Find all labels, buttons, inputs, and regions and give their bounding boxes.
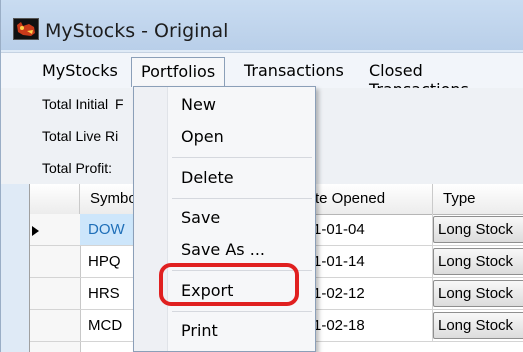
menu-separator <box>172 157 312 158</box>
current-row-indicator-icon <box>30 224 42 242</box>
menu-item-print[interactable]: Print <box>181 321 218 340</box>
total-initial-text: Total Initial <box>42 96 109 112</box>
menu-icon-gutter <box>134 87 168 351</box>
date-cell[interactable]: 1-02-12 <box>305 278 433 309</box>
total-profit-label: Total Profit: <box>42 160 113 176</box>
menu-bar: MyStocks Portfolios Transactions Closed … <box>1 52 523 99</box>
menu-separator <box>172 198 312 199</box>
total-live-label: Total Live Ri <box>42 128 119 144</box>
window-title: MyStocks - Original <box>45 20 229 42</box>
type-button[interactable]: Long Stock <box>433 216 523 243</box>
total-initial-label: Total Initial F <box>42 96 124 112</box>
menu-item-save-as[interactable]: Save As ... <box>181 240 265 259</box>
menu-portfolios[interactable]: Portfolios <box>131 57 226 87</box>
column-type[interactable]: Type <box>433 184 523 214</box>
column-date-opened[interactable]: te Opened <box>305 184 433 214</box>
type-button[interactable]: Long Stock <box>433 280 523 307</box>
title-bar[interactable]: MyStocks - Original <box>1 0 523 50</box>
portfolios-dropdown-menu: New Open Delete Save Save As ... Export … <box>133 86 316 352</box>
menu-item-save[interactable]: Save <box>181 208 220 227</box>
type-button[interactable]: Long Stock <box>433 248 523 275</box>
row-header-corner <box>30 184 80 214</box>
export-highlight-annotation <box>159 263 299 306</box>
menu-separator <box>172 311 312 312</box>
date-cell[interactable]: 1-01-04 <box>305 214 433 245</box>
app-bull-icon <box>13 18 39 40</box>
menu-item-open[interactable]: Open <box>181 127 224 146</box>
total-initial-cut: F <box>115 96 124 112</box>
menu-mystocks[interactable]: MyStocks <box>42 61 118 80</box>
menu-item-delete[interactable]: Delete <box>181 168 234 187</box>
menu-item-new[interactable]: New <box>181 95 216 114</box>
type-button[interactable]: Long Stock <box>433 312 523 339</box>
menu-transactions[interactable]: Transactions <box>244 61 344 80</box>
date-cell[interactable]: 1-01-14 <box>305 246 433 277</box>
date-cell[interactable]: 1-02-18 <box>305 310 433 341</box>
app-window: MyStocks - Original MyStocks Portfolios … <box>0 0 523 352</box>
